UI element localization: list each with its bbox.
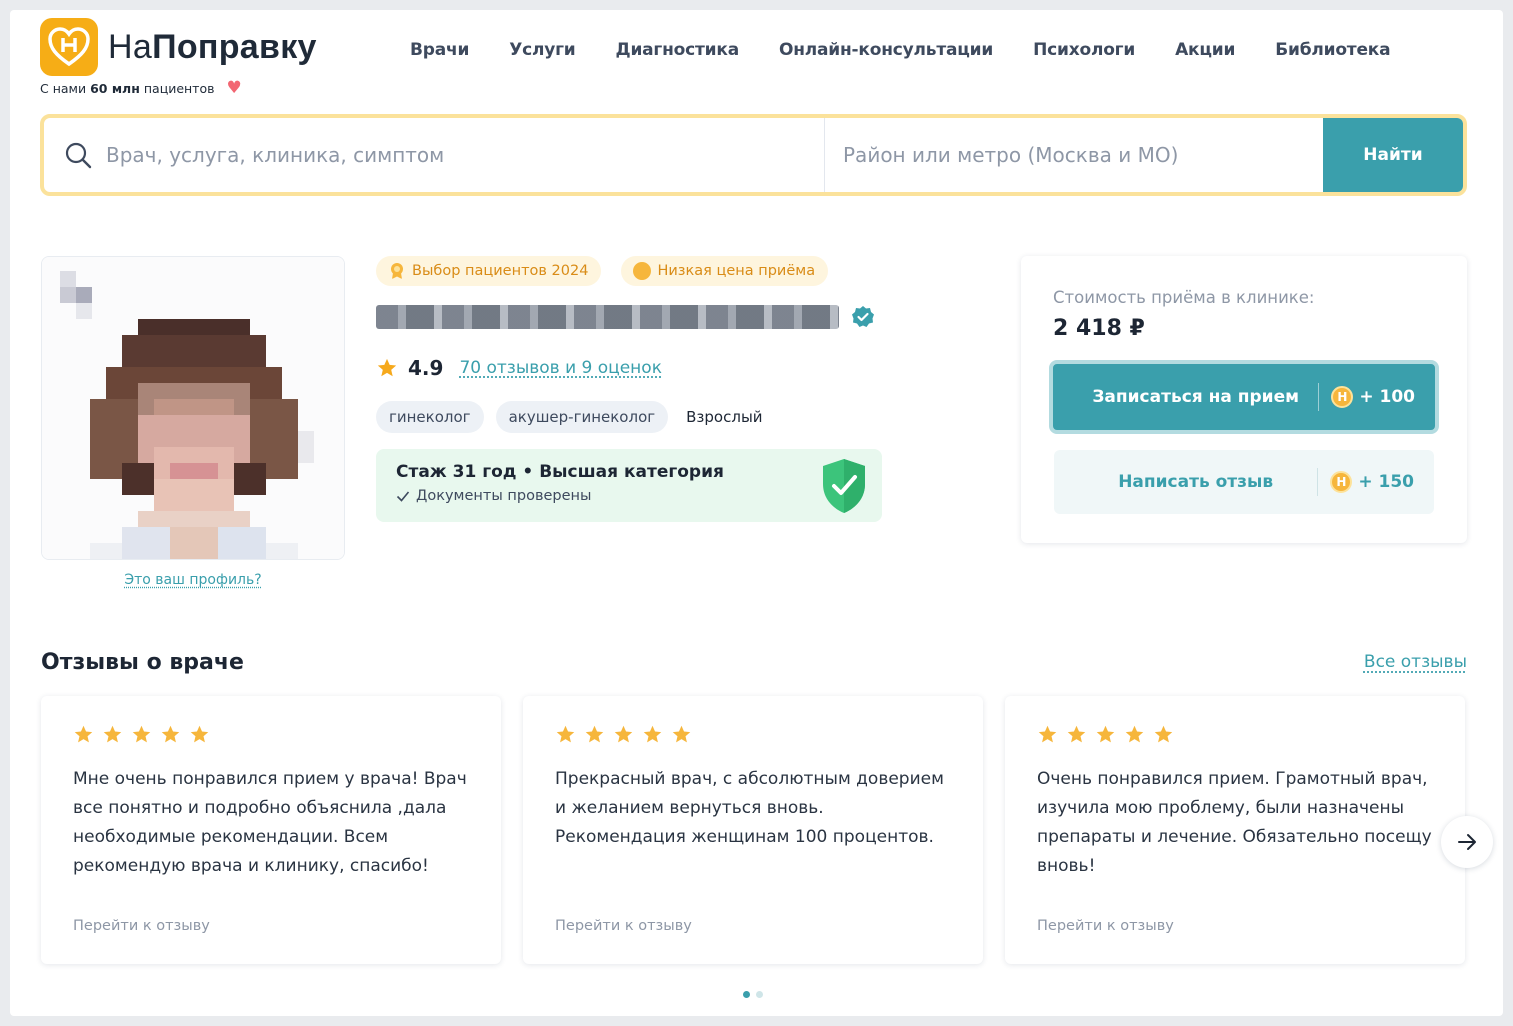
star-icon xyxy=(132,725,151,743)
experience-title: Стаж 31 год • Высшая категория xyxy=(396,462,724,482)
logo-text: НаПоправку xyxy=(108,27,317,66)
review-stars xyxy=(555,724,951,745)
pagination-dot[interactable] xyxy=(743,991,750,998)
main-nav: Врачи Услуги Диагностика Онлайн-консульт… xyxy=(410,40,1430,60)
review-text: Очень понравился прием. Грамотный врач, … xyxy=(1037,769,1432,876)
pagination-dot[interactable] xyxy=(756,991,763,998)
checkmark-icon xyxy=(396,491,410,502)
star-icon xyxy=(643,725,662,743)
doctor-photo xyxy=(41,256,345,560)
go-to-review-link[interactable]: Перейти к отзыву xyxy=(73,918,210,934)
specialty-tag[interactable]: акушер-гинеколог xyxy=(495,401,669,433)
price-value: 2 418 ₽ xyxy=(1053,316,1145,341)
doctor-badges: Выбор пациентов 2024 Низкая цена приёма xyxy=(376,256,829,286)
go-to-review-link[interactable]: Перейти к отзыву xyxy=(555,918,692,934)
nav-item-doctors[interactable]: Врачи xyxy=(410,40,469,60)
tagline: С нами 60 млн пациентов ♥ xyxy=(40,78,242,98)
price-tag-icon xyxy=(633,262,652,280)
star-icon xyxy=(585,725,604,743)
price-label: Стоимость приёма в клинике: xyxy=(1053,288,1315,307)
search-input[interactable] xyxy=(106,143,824,167)
booking-card: Стоимость приёма в клинике: 2 418 ₽ Запи… xyxy=(1021,256,1467,543)
star-icon xyxy=(1125,725,1144,743)
rating-value: 4.9 xyxy=(408,356,444,380)
star-icon xyxy=(377,358,397,377)
nav-item-psychologists[interactable]: Психологи xyxy=(1033,40,1135,60)
logo[interactable]: НаПоправку xyxy=(40,18,317,76)
award-icon xyxy=(391,263,403,279)
nav-item-services[interactable]: Услуги xyxy=(509,40,576,60)
carousel-next-button[interactable] xyxy=(1441,816,1493,868)
experience-box: Стаж 31 год • Высшая категория Документы… xyxy=(376,449,882,522)
logo-heart-icon xyxy=(40,18,98,76)
review-card: Мне очень понравился прием у врача! Врач… xyxy=(41,696,501,964)
all-reviews-link[interactable]: Все отзывы xyxy=(1364,652,1467,672)
star-icon xyxy=(1038,725,1057,743)
star-icon xyxy=(1067,725,1086,743)
doctor-name-row xyxy=(376,305,875,329)
page: НаПоправку С нами 60 млн пациентов ♥ Вра… xyxy=(10,10,1503,1016)
review-bonus: Н + 150 xyxy=(1317,468,1434,496)
search-main-field xyxy=(44,118,825,192)
bonus-coin-icon: Н xyxy=(1330,471,1353,493)
review-card: Прекрасный врач, с абсолютным доверием и… xyxy=(523,696,983,964)
review-stars xyxy=(1037,724,1433,745)
doctor-rating: 4.9 70 отзывов и 9 оценок xyxy=(376,356,662,380)
star-icon xyxy=(1154,725,1173,743)
search-icon xyxy=(65,142,92,169)
heart-icon: ♥ xyxy=(226,78,242,98)
age-group-label: Взрослый xyxy=(686,408,763,426)
review-text: Мне очень понравился прием у врача! Врач… xyxy=(73,769,467,876)
book-appointment-button[interactable]: Записаться на прием Н + 100 xyxy=(1049,360,1439,434)
low-price-badge: Низкая цена приёма xyxy=(621,256,829,286)
arrow-right-icon xyxy=(1458,834,1476,850)
review-stars xyxy=(73,724,469,745)
nav-item-promotions[interactable]: Акции xyxy=(1175,40,1235,60)
reviews-count-link[interactable]: 70 отзывов и 9 оценок xyxy=(459,358,662,378)
specialty-tag[interactable]: гинеколог xyxy=(376,401,484,433)
star-icon xyxy=(556,725,575,743)
star-icon xyxy=(74,725,93,743)
is-this-your-profile-link[interactable]: Это ваш профиль? xyxy=(41,572,345,588)
carousel-pagination xyxy=(743,991,763,998)
nav-item-library[interactable]: Библиотека xyxy=(1275,40,1390,60)
documents-verified: Документы проверены xyxy=(396,488,862,504)
star-icon xyxy=(672,725,691,743)
patients-choice-badge: Выбор пациентов 2024 xyxy=(376,256,602,286)
star-icon xyxy=(190,725,209,743)
location-field xyxy=(825,118,1323,192)
write-review-label: Написать отзыв xyxy=(1118,472,1274,492)
nav-item-diagnostics[interactable]: Диагностика xyxy=(616,40,740,60)
star-icon xyxy=(614,725,633,743)
doctor-name-blurred xyxy=(376,305,839,329)
search-bar: Найти xyxy=(40,114,1467,196)
verified-icon xyxy=(852,306,874,327)
location-input[interactable] xyxy=(843,143,1323,167)
write-review-button[interactable]: Написать отзыв Н + 150 xyxy=(1054,450,1434,514)
nav-item-online-consultations[interactable]: Онлайн-консультации xyxy=(779,40,993,60)
star-icon xyxy=(103,725,122,743)
reviews-section-title: Отзывы о враче xyxy=(41,650,244,675)
shield-check-icon xyxy=(823,459,865,513)
book-appointment-label: Записаться на прием xyxy=(1092,387,1299,407)
book-bonus: Н + 100 xyxy=(1318,383,1435,411)
star-icon xyxy=(1096,725,1115,743)
star-icon xyxy=(161,725,180,743)
search-button[interactable]: Найти xyxy=(1323,118,1463,192)
specialty-tags: гинеколог акушер-гинеколог Взрослый xyxy=(376,401,763,433)
review-text: Прекрасный врач, с абсолютным доверием и… xyxy=(555,769,944,847)
go-to-review-link[interactable]: Перейти к отзыву xyxy=(1037,918,1174,934)
review-card: Очень понравился прием. Грамотный врач, … xyxy=(1005,696,1465,964)
bonus-coin-icon: Н xyxy=(1331,386,1354,408)
